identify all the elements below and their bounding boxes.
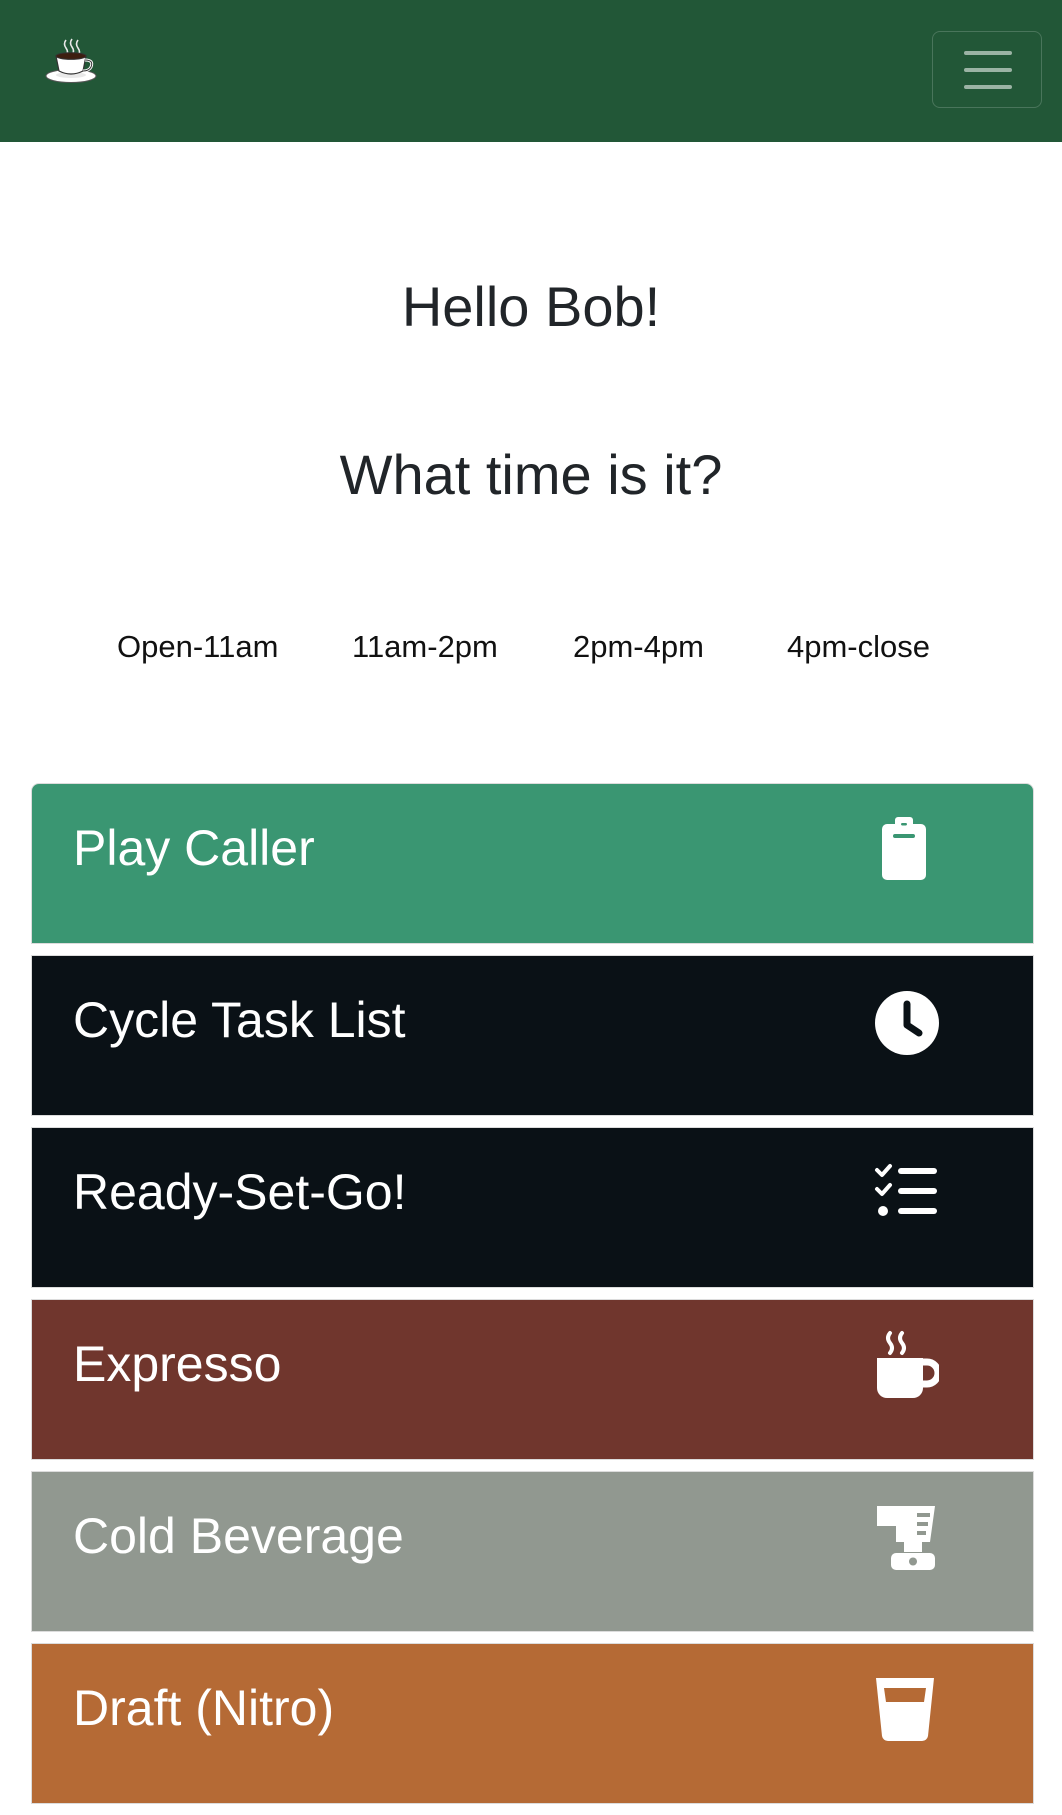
time-slot-open-11am[interactable]: Open-11am [117,627,278,667]
hot-mug-icon [869,1330,939,1400]
greeting-heading: Hello Bob! [401,275,661,338]
card-title: Play Caller [73,820,315,876]
glass-icon [869,1674,939,1744]
cycle-task-list-card[interactable]: Cycle Task List [31,955,1034,1116]
expresso-card[interactable]: Expresso [31,1299,1034,1460]
card-title: Draft (Nitro) [73,1680,335,1736]
cold-beverage-card[interactable]: Cold Beverage [31,1471,1034,1632]
time-slot-4pm-close[interactable]: 4pm-close [787,627,930,667]
hamburger-menu-icon [964,85,1012,89]
navbar-toggler-button[interactable] [932,31,1042,108]
clipboard-icon [869,814,939,884]
time-question-heading: What time is it? [339,443,723,506]
hamburger-menu-icon [964,51,1012,55]
clock-icon [869,986,939,1056]
time-slot-11am-2pm[interactable]: 11am-2pm [352,627,498,667]
ready-set-go-card[interactable]: Ready-Set-Go! [31,1127,1034,1288]
draft-nitro-card[interactable]: Draft (Nitro) [31,1643,1034,1804]
blender-icon [869,1502,939,1572]
card-title: Cycle Task List [73,992,406,1048]
time-slot-selector: Open-11am 11am-2pm 2pm-4pm 4pm-close [0,627,1062,667]
card-title: Cold Beverage [73,1508,404,1564]
card-title: Expresso [73,1336,282,1392]
navbar [0,0,1062,142]
card-title: Ready-Set-Go! [73,1164,407,1220]
coffee-cup-icon[interactable] [44,38,98,84]
checklist-icon [869,1158,939,1228]
hamburger-menu-icon [964,68,1012,72]
time-slot-2pm-4pm[interactable]: 2pm-4pm [573,627,704,667]
station-card-list: Play Caller Cycle Task List Ready-Set-Go… [31,783,1034,1815]
play-caller-card[interactable]: Play Caller [31,783,1034,944]
